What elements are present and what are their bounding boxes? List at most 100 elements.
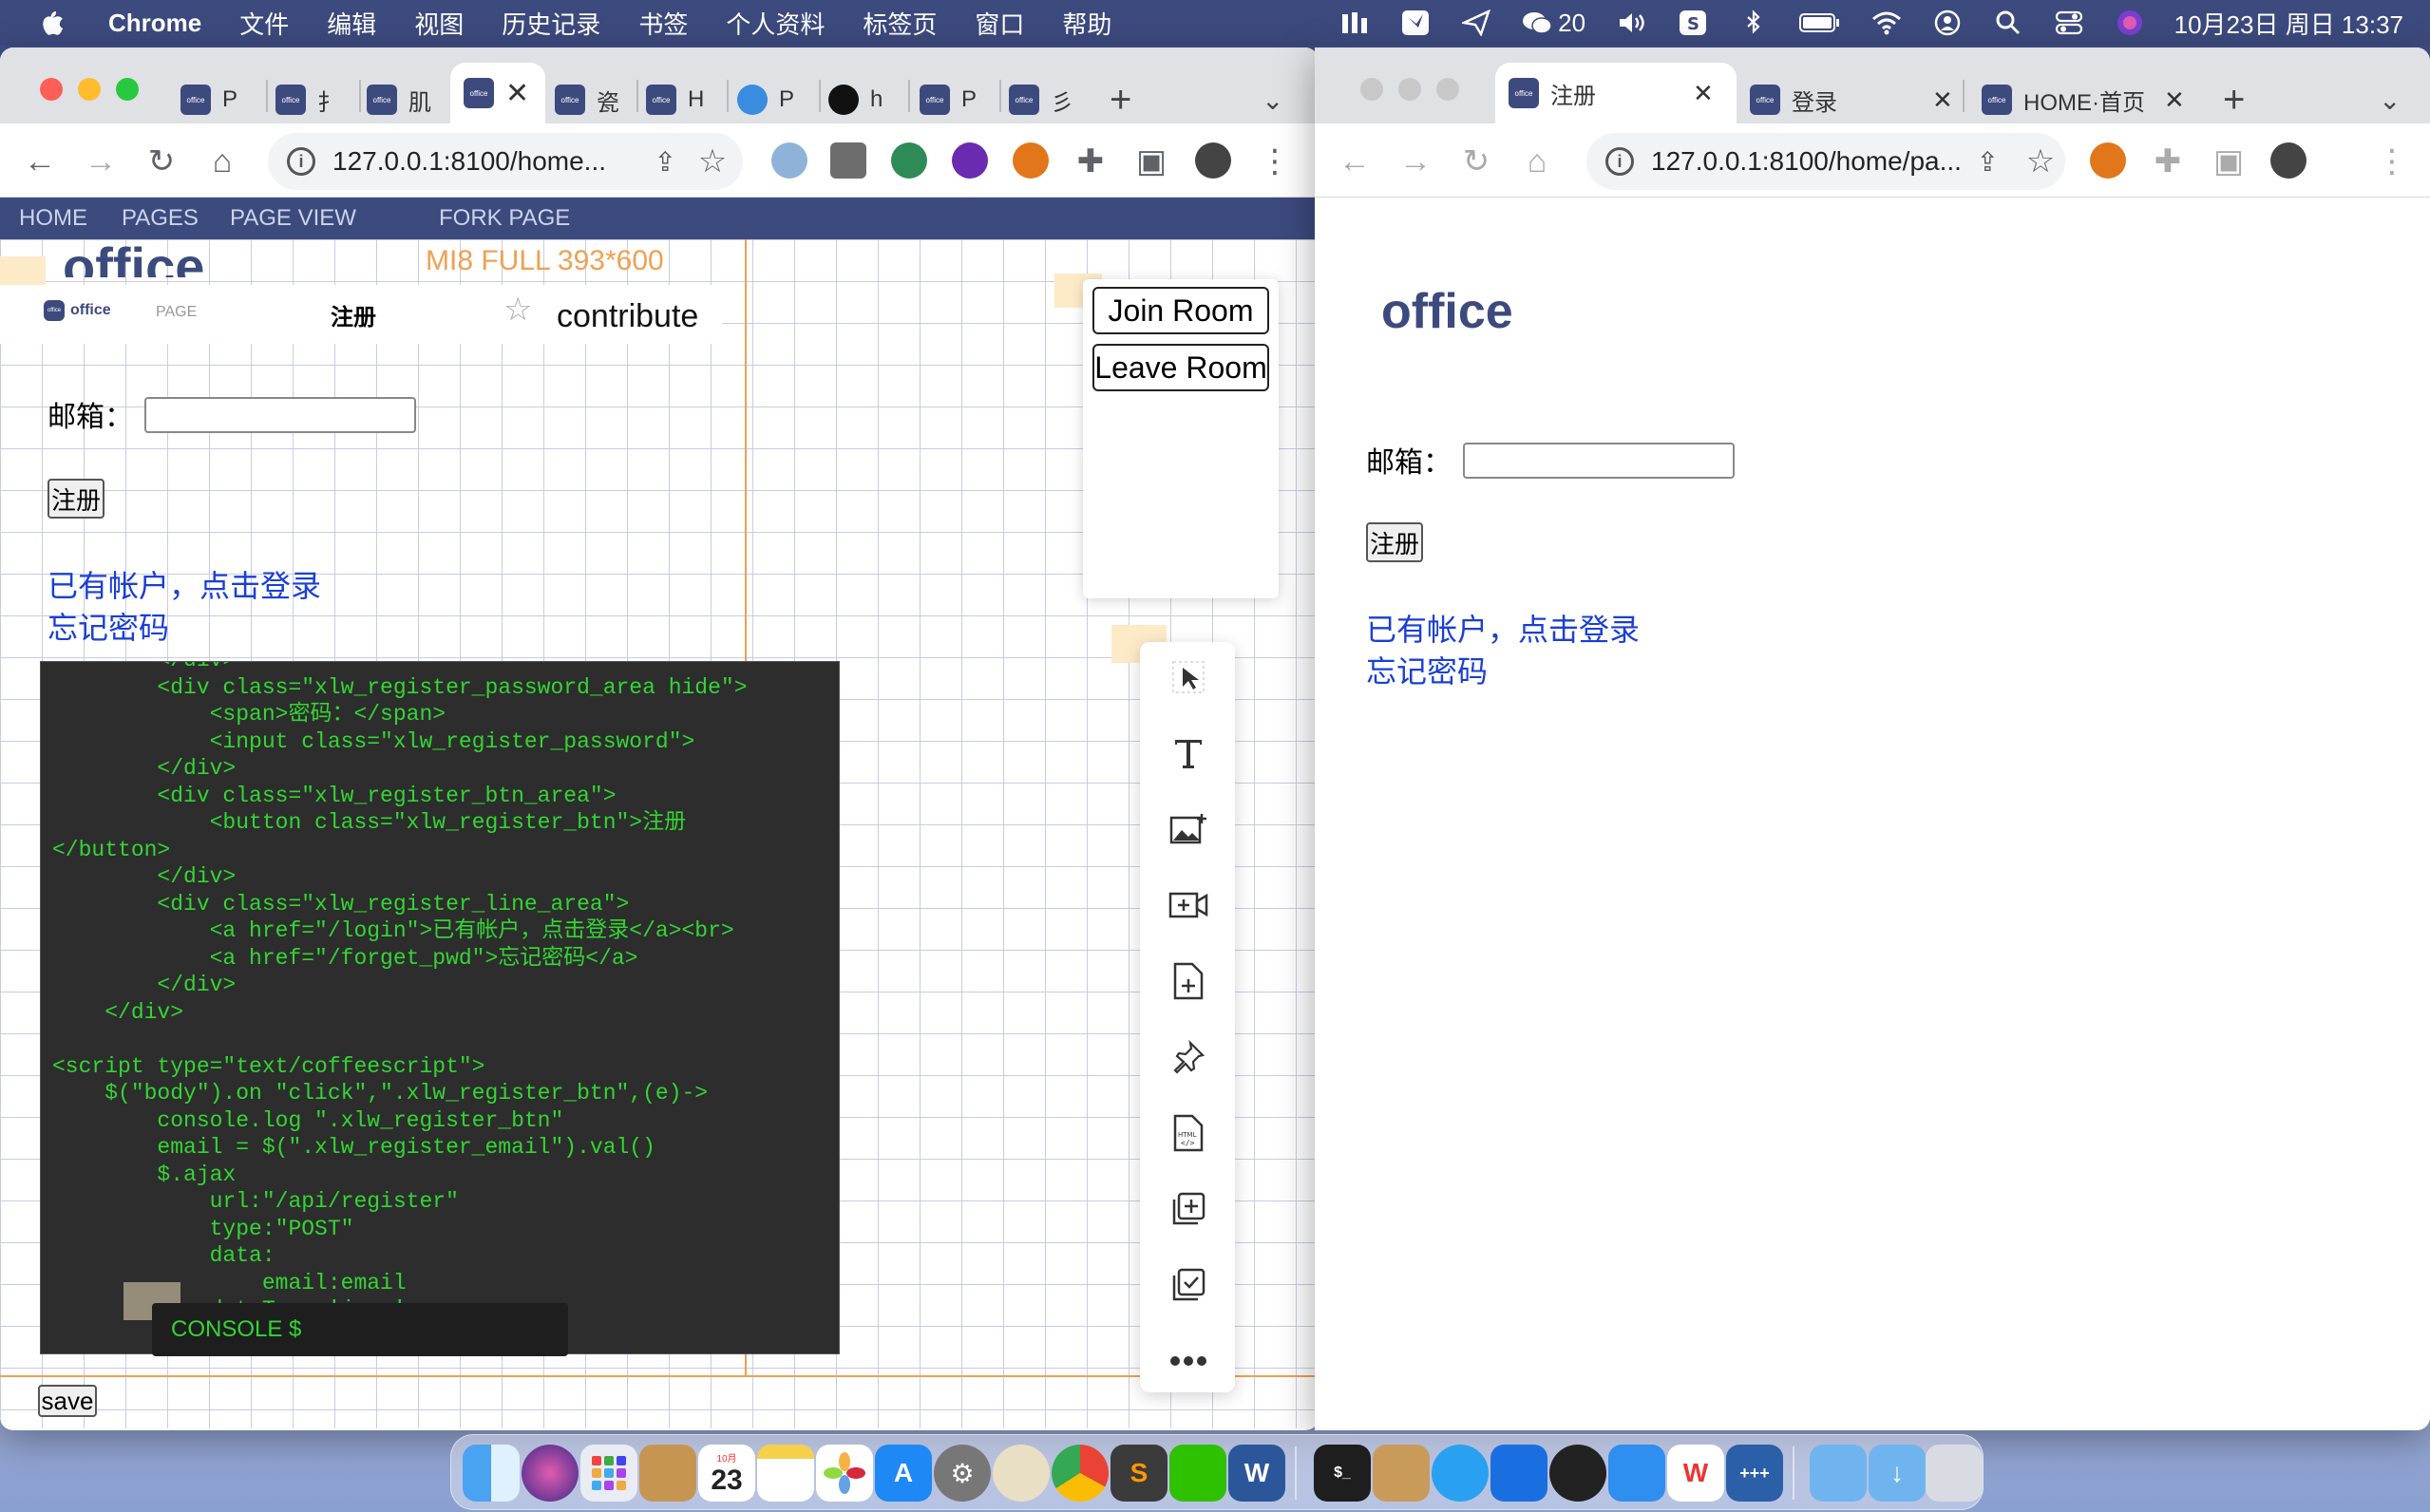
extension-1-icon[interactable] — [771, 142, 807, 179]
address-bar[interactable]: i 127.0.0.1:8100/home... ⇪ — [268, 133, 743, 190]
wifi-icon[interactable] — [1870, 9, 1903, 37]
email-input[interactable] — [1463, 443, 1735, 479]
menu-app-name[interactable]: Chrome — [108, 9, 201, 38]
home-icon[interactable]: ⌂ — [1518, 142, 1556, 180]
pin-icon[interactable] — [1167, 1035, 1210, 1079]
applications-folder-icon[interactable] — [1810, 1445, 1867, 1502]
wps-docs-icon[interactable] — [1490, 1445, 1547, 1502]
metamask-fox-icon[interactable] — [2090, 142, 2126, 179]
tab-search-chevron-icon[interactable]: ⌄ — [2379, 70, 2401, 129]
cleaner-icon[interactable] — [1549, 1445, 1606, 1502]
close-window-button[interactable] — [40, 78, 63, 101]
tab-1[interactable]: office P — [180, 70, 256, 129]
bars-app-icon[interactable] — [1338, 9, 1371, 37]
menu-tab[interactable]: 标签页 — [863, 6, 937, 41]
extension-2-icon[interactable] — [830, 142, 866, 179]
extensions-puzzle-icon[interactable]: ✚ — [1072, 142, 1110, 180]
siri-app-icon[interactable] — [522, 1445, 579, 1502]
more-icon[interactable] — [1167, 1339, 1210, 1383]
chrome-menu-icon[interactable]: ⋮ — [1256, 142, 1294, 180]
tab-search-chevron-icon[interactable]: ⌄ — [1262, 70, 1283, 129]
leave-room-button[interactable]: Leave Room — [1092, 344, 1269, 391]
system-preferences-icon[interactable]: ⚙ — [934, 1445, 991, 1502]
menu-file[interactable]: 文件 — [239, 6, 289, 41]
side-panel-icon[interactable]: ▣ — [1132, 142, 1170, 180]
register-button[interactable]: 注册 — [1366, 522, 1423, 562]
wps-icon[interactable]: W — [1667, 1445, 1724, 1502]
tab-6[interactable]: office H — [646, 70, 722, 129]
volume-icon[interactable] — [1616, 9, 1648, 37]
app-store-icon[interactable]: A — [875, 1445, 932, 1502]
menu-window[interactable]: 窗口 — [975, 6, 1024, 41]
bookmark-star-icon[interactable]: ☆ — [693, 142, 731, 180]
bird-icon[interactable] — [1399, 9, 1432, 37]
notes-icon[interactable] — [757, 1445, 814, 1502]
photos-icon[interactable] — [816, 1445, 873, 1502]
finder-icon[interactable] — [463, 1445, 520, 1502]
code-editor-panel[interactable]: </div> <div class="xlw_register_password… — [40, 661, 840, 1354]
sequel-db-icon[interactable] — [993, 1445, 1050, 1502]
extensions-puzzle-icon[interactable]: ✚ — [2149, 142, 2187, 180]
forward-arrow-icon[interactable]: → — [82, 142, 120, 180]
close-tab-icon[interactable]: ✕ — [2164, 85, 2185, 115]
close-tab-icon[interactable]: ✕ — [1932, 85, 1953, 115]
login-link[interactable]: 已有帐户，点击登录 — [47, 562, 321, 606]
save-button[interactable]: save — [38, 1385, 97, 1417]
user-account-icon[interactable] — [1931, 9, 1964, 37]
feishu-icon[interactable] — [1608, 1445, 1665, 1502]
word-icon[interactable]: W — [1228, 1445, 1285, 1502]
profile-avatar[interactable] — [2270, 142, 2307, 179]
zoom-window-button[interactable] — [116, 78, 139, 101]
contacts-icon[interactable] — [639, 1445, 696, 1502]
bookmark-star-icon[interactable]: ☆ — [2022, 142, 2060, 180]
site-info-icon[interactable]: i — [287, 147, 315, 176]
reload-icon[interactable]: ↻ — [1457, 142, 1495, 180]
site-info-icon[interactable]: i — [1605, 147, 1634, 176]
bluetooth-icon[interactable] — [1737, 9, 1770, 37]
nav-pages[interactable]: PAGES — [122, 205, 199, 232]
html-file-icon[interactable]: HTML </> — [1167, 1111, 1210, 1155]
favorite-star-icon[interactable]: ☆ — [503, 291, 532, 329]
forgot-password-link[interactable]: 忘记密码 — [1366, 648, 1488, 691]
terminal-icon[interactable]: $_ — [1314, 1445, 1371, 1502]
close-tab-icon[interactable]: ✕ — [505, 77, 529, 110]
control-center-icon[interactable] — [2053, 9, 2085, 37]
extension-globe-icon[interactable] — [891, 142, 927, 179]
wechat-app-icon[interactable] — [1169, 1445, 1226, 1502]
login-link[interactable]: 已有帐户，点击登录 — [1366, 606, 1640, 650]
sogou-icon[interactable]: S — [1677, 9, 1709, 37]
downloads-folder-icon[interactable]: ↓ — [1869, 1445, 1926, 1502]
address-bar[interactable]: i 127.0.0.1:8100/home/pa... ⇪ — [1586, 133, 2065, 190]
text-icon[interactable] — [1167, 731, 1210, 775]
share-icon[interactable]: ⇪ — [1977, 146, 1999, 178]
sublime-text-icon[interactable]: S — [1111, 1445, 1168, 1502]
bitcoin-extension-icon[interactable] — [952, 142, 988, 179]
minimize-window-button[interactable] — [78, 78, 101, 101]
tab-10[interactable]: office 彡 — [1009, 70, 1085, 129]
forgot-password-link[interactable]: 忘记密码 — [47, 604, 169, 648]
chrome-app-icon[interactable] — [1052, 1445, 1109, 1502]
menu-bookmarks[interactable]: 书签 — [638, 6, 688, 41]
share-icon[interactable]: ⇪ — [655, 146, 676, 178]
back-arrow-icon[interactable]: ← — [1336, 142, 1374, 180]
trash-icon[interactable] — [1926, 1445, 1983, 1502]
menu-view[interactable]: 视图 — [414, 6, 464, 41]
tab-register[interactable]: office 注册 ✕ — [1495, 63, 1737, 123]
calendar-icon[interactable]: 10月 23 — [698, 1445, 755, 1502]
new-tab-button[interactable]: + — [1110, 70, 1131, 129]
wechat-status[interactable]: 20 — [1521, 9, 1587, 37]
join-room-button[interactable]: Join Room — [1092, 287, 1269, 334]
profile-avatar[interactable] — [1195, 142, 1231, 179]
minimize-window-button[interactable] — [1398, 78, 1421, 101]
menu-edit[interactable]: 编辑 — [327, 6, 376, 41]
close-window-button[interactable] — [1360, 78, 1383, 101]
menu-history[interactable]: 历史记录 — [502, 6, 600, 41]
close-tab-icon[interactable]: ✕ — [1693, 79, 1714, 108]
tab-8[interactable]: h — [828, 70, 904, 129]
add-box-icon[interactable] — [1167, 1187, 1210, 1231]
tab-5[interactable]: office 瓷 — [555, 70, 631, 129]
checklist-icon[interactable] — [1167, 1263, 1210, 1307]
zoom-window-button[interactable] — [1436, 78, 1459, 101]
video-add-icon[interactable] — [1167, 883, 1210, 927]
back-arrow-icon[interactable]: ← — [21, 142, 59, 180]
